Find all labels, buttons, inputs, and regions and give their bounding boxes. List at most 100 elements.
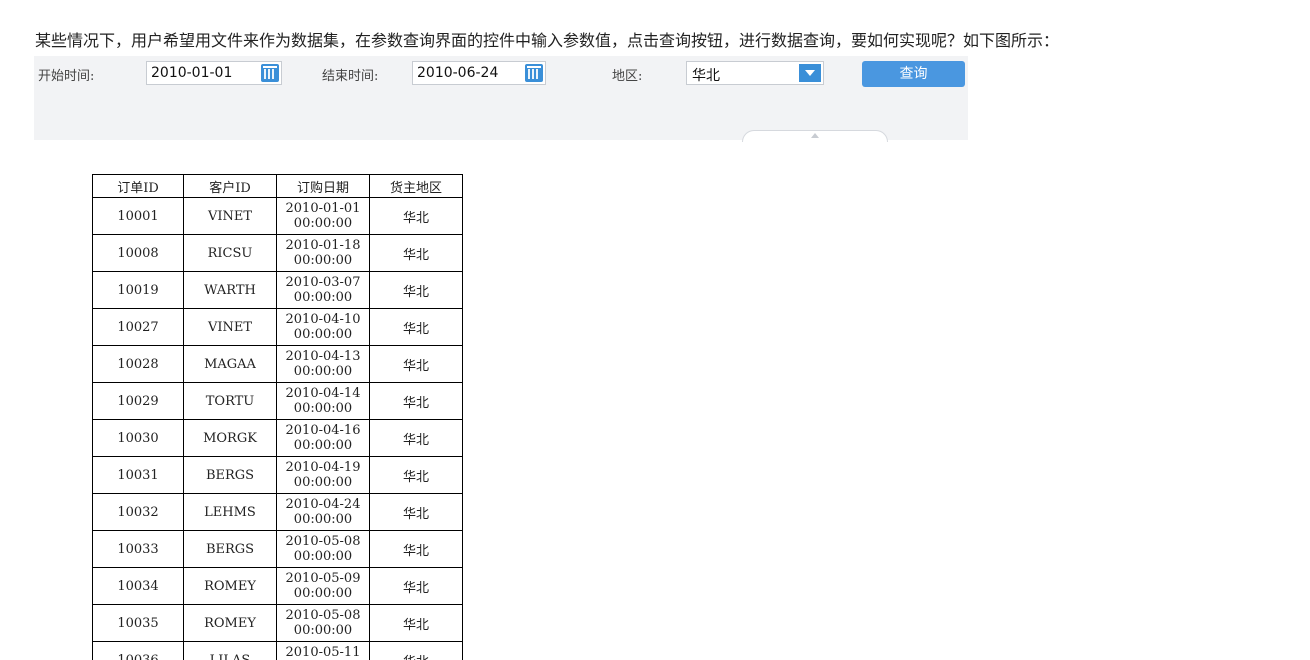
order-id-cell: 10032 <box>92 493 184 531</box>
header-customer-id: 客户ID <box>183 174 277 198</box>
table-row: 10029 TORTU 2010-04-14 00:00:00 华北 <box>92 382 463 420</box>
order-date: 2010-01-01 <box>285 201 361 216</box>
order-time: 00:00:00 <box>293 327 353 342</box>
order-id-cell: 10008 <box>92 234 184 272</box>
order-date: 2010-04-16 <box>285 423 361 438</box>
customer-id-cell: LILAS <box>183 641 277 660</box>
order-date-cell: 2010-01-01 00:00:00 <box>276 197 370 235</box>
header-region: 货主地区 <box>369 174 463 198</box>
region-value: 华北 <box>692 68 720 84</box>
region-cell: 华北 <box>369 493 463 531</box>
table-row: 10001 VINET 2010-01-01 00:00:00 华北 <box>92 197 463 235</box>
order-id-cell: 10027 <box>92 308 184 346</box>
end-date-value: 2010-06-24 <box>417 65 499 81</box>
customer-id-cell: BERGS <box>183 530 277 568</box>
table-row: 10032 LEHMS 2010-04-24 00:00:00 华北 <box>92 493 463 531</box>
order-id-cell: 10001 <box>92 197 184 235</box>
order-date-cell: 2010-04-24 00:00:00 <box>276 493 370 531</box>
order-time: 00:00:00 <box>293 549 353 564</box>
region-cell: 华北 <box>369 197 463 235</box>
table-row: 10030 MORGK 2010-04-16 00:00:00 华北 <box>92 419 463 457</box>
end-time-label: 结束时间: <box>322 69 379 84</box>
customer-id-cell: MAGAA <box>183 345 277 383</box>
orders-table: 订单ID 客户ID 订购日期 货主地区 10001 VINET 2010-01-01… <box>92 174 463 660</box>
order-date-cell: 2010-04-14 00:00:00 <box>276 382 370 420</box>
order-date: 2010-04-13 <box>285 349 361 364</box>
start-date-value: 2010-01-01 <box>151 65 233 81</box>
order-date: 2010-04-19 <box>285 460 361 475</box>
region-cell: 华北 <box>369 456 463 494</box>
customer-id-cell: BERGS <box>183 456 277 494</box>
order-date: 2010-05-09 <box>285 571 361 586</box>
order-time: 00:00:00 <box>293 586 353 601</box>
customer-id-cell: ROMEY <box>183 604 277 642</box>
order-time: 00:00:00 <box>293 623 353 638</box>
parameter-panel: 开始时间: 2010-01-01 结束时间: 2010-06-24 地区: 华北… <box>34 56 968 140</box>
order-date-cell: 2010-04-19 00:00:00 <box>276 456 370 494</box>
table-row: 10031 BERGS 2010-04-19 00:00:00 华北 <box>92 456 463 494</box>
table-header-row: 订单ID 客户ID 订购日期 货主地区 <box>92 174 463 198</box>
order-id-cell: 10033 <box>92 530 184 568</box>
region-cell: 华北 <box>369 234 463 272</box>
region-select[interactable]: 华北 <box>686 61 824 85</box>
customer-id-cell: VINET <box>183 308 277 346</box>
customer-id-cell: WARTH <box>183 271 277 309</box>
order-date: 2010-03-07 <box>285 275 361 290</box>
order-date-cell: 2010-01-18 00:00:00 <box>276 234 370 272</box>
region-cell: 华北 <box>369 419 463 457</box>
order-id-cell: 10028 <box>92 345 184 383</box>
order-date: 2010-01-18 <box>285 238 361 253</box>
order-date: 2010-05-08 <box>285 608 361 623</box>
start-time-label: 开始时间: <box>38 69 95 84</box>
table-row: 10033 BERGS 2010-05-08 00:00:00 华北 <box>92 530 463 568</box>
order-time: 00:00:00 <box>293 216 353 231</box>
order-date-cell: 2010-04-13 00:00:00 <box>276 345 370 383</box>
table-row: 10034 ROMEY 2010-05-09 00:00:00 华北 <box>92 567 463 605</box>
order-time: 00:00:00 <box>293 401 353 416</box>
order-date: 2010-04-10 <box>285 312 361 327</box>
query-button[interactable]: 查询 <box>862 61 965 87</box>
order-time: 00:00:00 <box>293 290 353 305</box>
region-cell: 华北 <box>369 345 463 383</box>
customer-id-cell: LEHMS <box>183 493 277 531</box>
order-time: 00:00:00 <box>293 475 353 490</box>
header-order-date: 订购日期 <box>276 174 370 198</box>
intro-text: 某些情况下，用户希望用文件来作为数据集，在参数查询界面的控件中输入参数值，点击查… <box>35 31 1060 50</box>
table-row: 10019 WARTH 2010-03-07 00:00:00 华北 <box>92 271 463 309</box>
region-cell: 华北 <box>369 530 463 568</box>
calendar-icon[interactable] <box>261 64 279 82</box>
order-id-cell: 10034 <box>92 567 184 605</box>
header-order-id: 订单ID <box>92 174 184 198</box>
order-date-cell: 2010-04-16 00:00:00 <box>276 419 370 457</box>
order-time: 00:00:00 <box>293 364 353 379</box>
start-date-input[interactable]: 2010-01-01 <box>146 61 282 85</box>
order-id-cell: 10035 <box>92 604 184 642</box>
report-preview: 开始时间: 2010-01-01 结束时间: 2010-06-24 地区: 华北… <box>34 56 968 660</box>
customer-id-cell: ROMEY <box>183 567 277 605</box>
order-date: 2010-04-14 <box>285 386 361 401</box>
order-time: 00:00:00 <box>293 512 353 527</box>
order-date-cell: 2010-03-07 00:00:00 <box>276 271 370 309</box>
order-date-cell: 2010-04-10 00:00:00 <box>276 308 370 346</box>
dropdown-arrow-icon[interactable] <box>799 64 821 82</box>
order-date: 2010-04-24 <box>285 497 361 512</box>
order-id-cell: 10029 <box>92 382 184 420</box>
order-id-cell: 10031 <box>92 456 184 494</box>
collapse-panel-toggle[interactable] <box>742 130 888 142</box>
table-row: 10027 VINET 2010-04-10 00:00:00 华北 <box>92 308 463 346</box>
table-row: 10035 ROMEY 2010-05-08 00:00:00 华北 <box>92 604 463 642</box>
customer-id-cell: MORGK <box>183 419 277 457</box>
region-cell: 华北 <box>369 382 463 420</box>
order-date-cell: 2010-05-08 00:00:00 <box>276 604 370 642</box>
region-label: 地区: <box>612 69 643 84</box>
end-date-input[interactable]: 2010-06-24 <box>412 61 546 85</box>
table-row: 10028 MAGAA 2010-04-13 00:00:00 华北 <box>92 345 463 383</box>
region-cell: 华北 <box>369 308 463 346</box>
order-time: 00:00:00 <box>293 438 353 453</box>
calendar-icon[interactable] <box>525 64 543 82</box>
region-cell: 华北 <box>369 271 463 309</box>
table-row: 10036LILAS2010-05-1100:00:00华北 <box>92 641 463 660</box>
order-date-cell: 2010-05-09 00:00:00 <box>276 567 370 605</box>
table-row: 10008 RICSU 2010-01-18 00:00:00 华北 <box>92 234 463 272</box>
region-cell: 华北 <box>369 567 463 605</box>
